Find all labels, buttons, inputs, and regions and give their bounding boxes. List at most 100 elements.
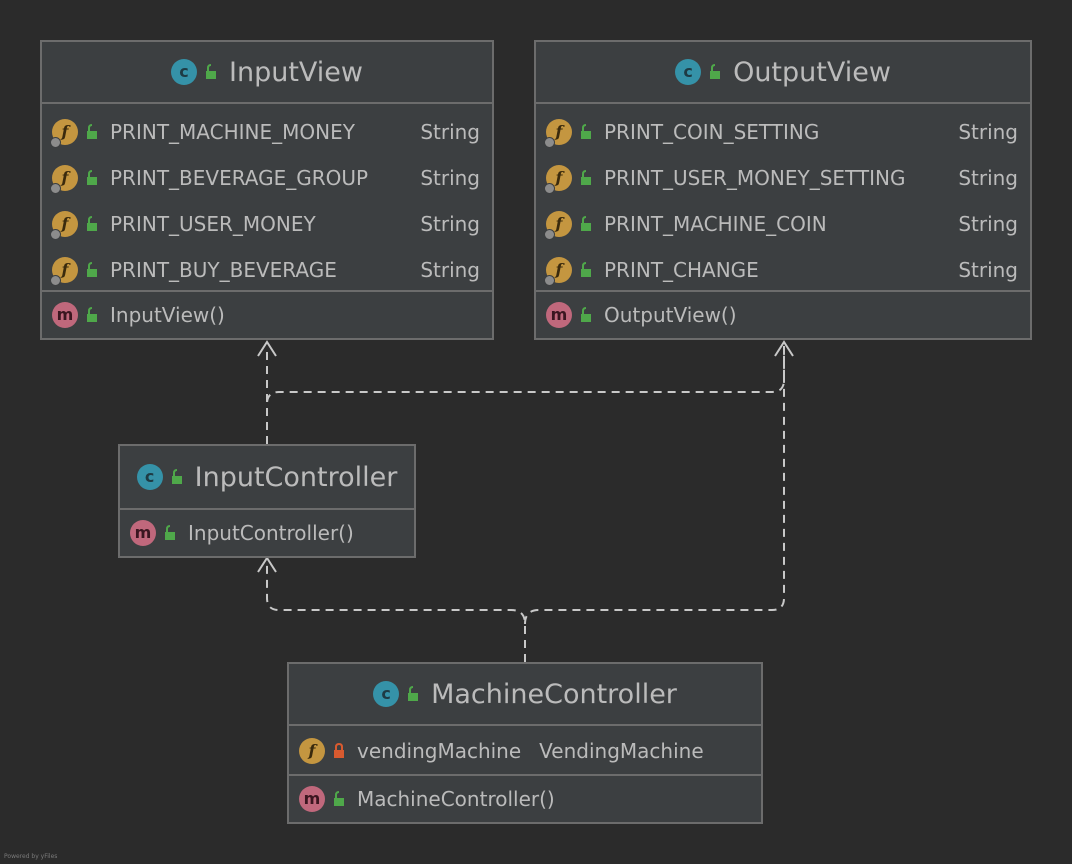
field-badge-icon: f [544,119,572,148]
fields-section: f PRINT_COIN_SETTING String f PRINT_USER… [536,104,1030,292]
field-badge-icon: f [50,211,78,240]
methods-section: m InputController() [120,510,414,556]
edge-machinecontroller-inputcontroller [266,564,526,662]
field-row[interactable]: f PRINT_CHANGE String [536,247,1030,293]
static-marker-icon [50,275,61,286]
class-header: c InputController [120,446,414,510]
field-row[interactable]: f vendingMachine VendingMachine [289,728,761,774]
fields-section: f vendingMachine VendingMachine [289,726,761,776]
field-row[interactable]: f PRINT_MACHINE_MONEY String [42,109,492,155]
field-row[interactable]: f PRINT_BUY_BEVERAGE String [42,247,492,293]
method-name: InputController() [188,521,354,545]
public-visibility-icon [710,64,721,79]
method-name: MachineController() [357,787,555,811]
field-badge-icon: f [50,165,78,194]
field-name: PRINT_MACHINE_COIN [604,212,827,236]
field-type: VendingMachine [539,739,704,763]
public-visibility-icon [87,216,97,231]
field-name: PRINT_USER_MONEY_SETTING [604,166,906,190]
class-node-machinecontroller[interactable]: c MachineController f vendingMachine Ven… [287,662,763,824]
field-name: PRINT_BUY_BEVERAGE [110,258,337,282]
methods-section: m MachineController() [289,776,761,822]
field-row[interactable]: f PRINT_MACHINE_COIN String [536,201,1030,247]
method-row[interactable]: m OutputView() [536,292,1030,338]
methods-section: m InputView() [42,292,492,338]
method-badge-icon: m [52,302,78,328]
private-lock-icon [334,743,344,758]
field-badge-icon: f [544,165,572,194]
class-node-inputcontroller[interactable]: c InputController m InputController() [118,444,416,558]
field-row[interactable]: f PRINT_USER_MONEY_SETTING String [536,155,1030,201]
field-badge-icon: f [544,211,572,240]
class-name: OutputView [733,56,891,88]
static-marker-icon [544,137,555,148]
static-marker-icon [50,229,61,240]
class-badge-icon: c [171,59,197,85]
class-node-outputview[interactable]: c OutputView f PRINT_COIN_SETTING String… [534,40,1032,340]
static-marker-icon [50,183,61,194]
field-name: PRINT_BEVERAGE_GROUP [110,166,369,190]
method-row[interactable]: m InputView() [42,292,492,338]
field-type: String [958,212,1018,236]
method-badge-icon: m [130,520,156,546]
field-row[interactable]: f PRINT_BEVERAGE_GROUP String [42,155,492,201]
class-badge-icon: c [373,681,400,707]
class-node-inputview[interactable]: c InputView f PRINT_MACHINE_MONEY String… [40,40,494,340]
class-name: InputController [194,461,398,493]
class-header: c MachineController [289,664,761,726]
field-type: String [420,120,480,144]
static-marker-icon [50,137,61,148]
method-badge-icon: m [299,786,325,812]
static-marker-icon [544,183,555,194]
field-type: String [420,166,480,190]
edge-machinecontroller-outputview [524,346,785,625]
public-visibility-icon [87,124,97,139]
public-visibility-icon [206,64,216,79]
public-visibility-icon [581,262,591,277]
field-badge-icon: f [299,738,325,764]
public-visibility-icon [581,307,591,322]
method-row[interactable]: m MachineController() [289,776,761,822]
method-badge-icon: m [546,302,572,328]
method-name: OutputView() [604,303,737,327]
public-visibility-icon [87,170,97,185]
public-visibility-icon [581,124,591,139]
field-badge-icon: f [50,257,78,286]
field-name: PRINT_USER_MONEY [110,212,316,236]
public-visibility-icon [87,262,97,277]
field-badge-icon: f [544,257,572,286]
public-visibility-icon [408,686,419,701]
static-marker-icon [544,229,555,240]
field-type: String [958,120,1018,144]
method-name: InputView() [110,303,225,327]
class-header: c OutputView [536,42,1030,104]
class-name: InputView [229,56,363,88]
field-type: String [420,212,480,236]
field-type: String [958,258,1018,282]
methods-section: m OutputView() [536,292,1030,338]
edge-inputcontroller-outputview [266,346,785,444]
class-header: c InputView [42,42,492,104]
public-visibility-icon [87,307,97,322]
field-name: PRINT_MACHINE_MONEY [110,120,355,144]
class-badge-icon: c [675,59,702,85]
class-name: MachineController [431,678,677,710]
field-name: PRINT_COIN_SETTING [604,120,820,144]
field-type: String [958,166,1018,190]
footer-credit: Powered by yFiles [4,853,58,860]
public-visibility-icon [581,216,591,231]
static-marker-icon [544,275,555,286]
public-visibility-icon [171,469,182,484]
method-row[interactable]: m InputController() [120,510,414,556]
public-visibility-icon [581,170,591,185]
public-visibility-icon [165,525,175,540]
class-badge-icon: c [136,464,163,490]
field-name: PRINT_CHANGE [604,258,759,282]
field-row[interactable]: f PRINT_USER_MONEY String [42,201,492,247]
public-visibility-icon [334,791,344,806]
field-type: String [420,258,480,282]
diagram-canvas: { "diagram": { "type": "uml-class-diagra… [0,0,1072,864]
field-badge-icon: f [50,119,78,148]
field-row[interactable]: f PRINT_COIN_SETTING String [536,109,1030,155]
field-name: vendingMachine [357,739,522,763]
